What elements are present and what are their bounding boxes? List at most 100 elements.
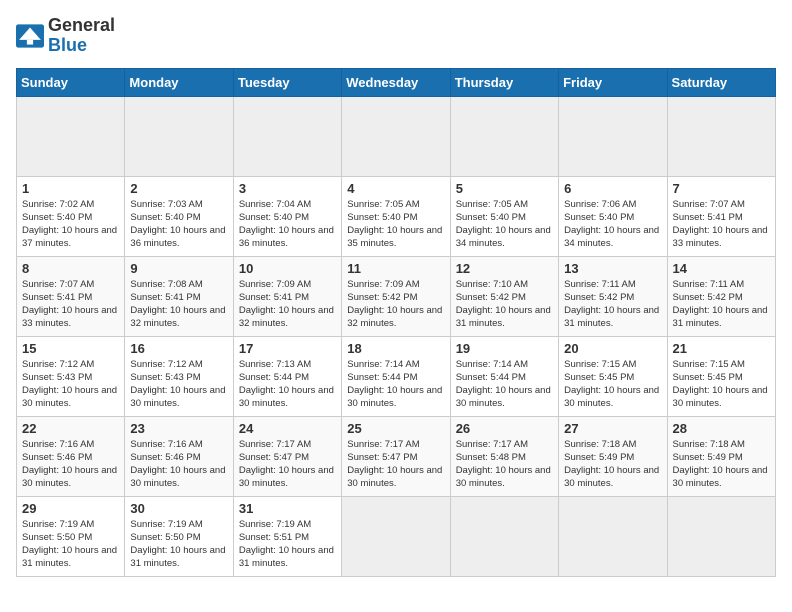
calendar-header-row: SundayMondayTuesdayWednesdayThursdayFrid…	[17, 68, 776, 96]
day-number: 20	[564, 341, 661, 356]
day-info: Sunrise: 7:09 AM Sunset: 5:42 PM Dayligh…	[347, 278, 444, 331]
day-header-friday: Friday	[559, 68, 667, 96]
day-info: Sunrise: 7:18 AM Sunset: 5:49 PM Dayligh…	[564, 438, 661, 491]
day-info: Sunrise: 7:08 AM Sunset: 5:41 PM Dayligh…	[130, 278, 227, 331]
day-number: 31	[239, 501, 336, 516]
day-number: 11	[347, 261, 444, 276]
day-info: Sunrise: 7:14 AM Sunset: 5:44 PM Dayligh…	[347, 358, 444, 411]
calendar-cell	[125, 96, 233, 176]
calendar-cell: 9 Sunrise: 7:08 AM Sunset: 5:41 PM Dayli…	[125, 256, 233, 336]
calendar-cell: 24 Sunrise: 7:17 AM Sunset: 5:47 PM Dayl…	[233, 416, 341, 496]
calendar-cell: 31 Sunrise: 7:19 AM Sunset: 5:51 PM Dayl…	[233, 496, 341, 576]
calendar-cell: 18 Sunrise: 7:14 AM Sunset: 5:44 PM Dayl…	[342, 336, 450, 416]
calendar-week-row: 1 Sunrise: 7:02 AM Sunset: 5:40 PM Dayli…	[17, 176, 776, 256]
day-number: 1	[22, 181, 119, 196]
day-number: 21	[673, 341, 770, 356]
day-number: 5	[456, 181, 553, 196]
day-number: 28	[673, 421, 770, 436]
calendar-cell: 20 Sunrise: 7:15 AM Sunset: 5:45 PM Dayl…	[559, 336, 667, 416]
day-number: 8	[22, 261, 119, 276]
day-number: 12	[456, 261, 553, 276]
day-number: 7	[673, 181, 770, 196]
day-number: 6	[564, 181, 661, 196]
calendar-cell: 23 Sunrise: 7:16 AM Sunset: 5:46 PM Dayl…	[125, 416, 233, 496]
calendar-cell: 11 Sunrise: 7:09 AM Sunset: 5:42 PM Dayl…	[342, 256, 450, 336]
day-info: Sunrise: 7:06 AM Sunset: 5:40 PM Dayligh…	[564, 198, 661, 251]
calendar-table: SundayMondayTuesdayWednesdayThursdayFrid…	[16, 68, 776, 577]
calendar-cell: 29 Sunrise: 7:19 AM Sunset: 5:50 PM Dayl…	[17, 496, 125, 576]
day-number: 26	[456, 421, 553, 436]
calendar-cell	[233, 96, 341, 176]
calendar-cell	[559, 496, 667, 576]
day-number: 14	[673, 261, 770, 276]
day-info: Sunrise: 7:17 AM Sunset: 5:47 PM Dayligh…	[347, 438, 444, 491]
day-info: Sunrise: 7:15 AM Sunset: 5:45 PM Dayligh…	[564, 358, 661, 411]
day-info: Sunrise: 7:07 AM Sunset: 5:41 PM Dayligh…	[22, 278, 119, 331]
day-number: 22	[22, 421, 119, 436]
logo: General Blue	[16, 16, 115, 56]
day-header-wednesday: Wednesday	[342, 68, 450, 96]
calendar-cell	[17, 96, 125, 176]
day-header-monday: Monday	[125, 68, 233, 96]
page-header: General Blue	[16, 16, 776, 56]
day-number: 17	[239, 341, 336, 356]
day-number: 4	[347, 181, 444, 196]
calendar-cell: 5 Sunrise: 7:05 AM Sunset: 5:40 PM Dayli…	[450, 176, 558, 256]
day-number: 2	[130, 181, 227, 196]
calendar-cell: 3 Sunrise: 7:04 AM Sunset: 5:40 PM Dayli…	[233, 176, 341, 256]
day-header-sunday: Sunday	[17, 68, 125, 96]
day-info: Sunrise: 7:18 AM Sunset: 5:49 PM Dayligh…	[673, 438, 770, 491]
day-info: Sunrise: 7:07 AM Sunset: 5:41 PM Dayligh…	[673, 198, 770, 251]
day-info: Sunrise: 7:02 AM Sunset: 5:40 PM Dayligh…	[22, 198, 119, 251]
calendar-cell	[342, 496, 450, 576]
day-info: Sunrise: 7:17 AM Sunset: 5:47 PM Dayligh…	[239, 438, 336, 491]
calendar-cell: 14 Sunrise: 7:11 AM Sunset: 5:42 PM Dayl…	[667, 256, 775, 336]
calendar-cell	[450, 496, 558, 576]
calendar-cell: 16 Sunrise: 7:12 AM Sunset: 5:43 PM Dayl…	[125, 336, 233, 416]
calendar-week-row: 22 Sunrise: 7:16 AM Sunset: 5:46 PM Dayl…	[17, 416, 776, 496]
day-header-tuesday: Tuesday	[233, 68, 341, 96]
calendar-cell	[559, 96, 667, 176]
day-info: Sunrise: 7:09 AM Sunset: 5:41 PM Dayligh…	[239, 278, 336, 331]
day-info: Sunrise: 7:14 AM Sunset: 5:44 PM Dayligh…	[456, 358, 553, 411]
day-header-thursday: Thursday	[450, 68, 558, 96]
day-info: Sunrise: 7:11 AM Sunset: 5:42 PM Dayligh…	[564, 278, 661, 331]
day-number: 29	[22, 501, 119, 516]
day-info: Sunrise: 7:12 AM Sunset: 5:43 PM Dayligh…	[130, 358, 227, 411]
logo-icon	[16, 24, 44, 48]
calendar-cell: 8 Sunrise: 7:07 AM Sunset: 5:41 PM Dayli…	[17, 256, 125, 336]
calendar-cell: 22 Sunrise: 7:16 AM Sunset: 5:46 PM Dayl…	[17, 416, 125, 496]
calendar-cell: 12 Sunrise: 7:10 AM Sunset: 5:42 PM Dayl…	[450, 256, 558, 336]
day-info: Sunrise: 7:05 AM Sunset: 5:40 PM Dayligh…	[347, 198, 444, 251]
day-number: 13	[564, 261, 661, 276]
day-number: 25	[347, 421, 444, 436]
day-info: Sunrise: 7:17 AM Sunset: 5:48 PM Dayligh…	[456, 438, 553, 491]
day-header-saturday: Saturday	[667, 68, 775, 96]
day-number: 23	[130, 421, 227, 436]
day-info: Sunrise: 7:05 AM Sunset: 5:40 PM Dayligh…	[456, 198, 553, 251]
day-number: 24	[239, 421, 336, 436]
day-info: Sunrise: 7:19 AM Sunset: 5:50 PM Dayligh…	[130, 518, 227, 571]
calendar-cell: 7 Sunrise: 7:07 AM Sunset: 5:41 PM Dayli…	[667, 176, 775, 256]
day-info: Sunrise: 7:11 AM Sunset: 5:42 PM Dayligh…	[673, 278, 770, 331]
day-info: Sunrise: 7:16 AM Sunset: 5:46 PM Dayligh…	[22, 438, 119, 491]
day-info: Sunrise: 7:03 AM Sunset: 5:40 PM Dayligh…	[130, 198, 227, 251]
day-number: 18	[347, 341, 444, 356]
calendar-week-row: 8 Sunrise: 7:07 AM Sunset: 5:41 PM Dayli…	[17, 256, 776, 336]
day-info: Sunrise: 7:13 AM Sunset: 5:44 PM Dayligh…	[239, 358, 336, 411]
day-number: 10	[239, 261, 336, 276]
calendar-cell: 27 Sunrise: 7:18 AM Sunset: 5:49 PM Dayl…	[559, 416, 667, 496]
day-info: Sunrise: 7:04 AM Sunset: 5:40 PM Dayligh…	[239, 198, 336, 251]
day-info: Sunrise: 7:15 AM Sunset: 5:45 PM Dayligh…	[673, 358, 770, 411]
calendar-cell: 10 Sunrise: 7:09 AM Sunset: 5:41 PM Dayl…	[233, 256, 341, 336]
calendar-cell: 13 Sunrise: 7:11 AM Sunset: 5:42 PM Dayl…	[559, 256, 667, 336]
day-number: 16	[130, 341, 227, 356]
calendar-cell: 4 Sunrise: 7:05 AM Sunset: 5:40 PM Dayli…	[342, 176, 450, 256]
day-number: 19	[456, 341, 553, 356]
day-info: Sunrise: 7:19 AM Sunset: 5:51 PM Dayligh…	[239, 518, 336, 571]
calendar-cell: 1 Sunrise: 7:02 AM Sunset: 5:40 PM Dayli…	[17, 176, 125, 256]
calendar-cell: 26 Sunrise: 7:17 AM Sunset: 5:48 PM Dayl…	[450, 416, 558, 496]
calendar-cell: 30 Sunrise: 7:19 AM Sunset: 5:50 PM Dayl…	[125, 496, 233, 576]
calendar-cell: 6 Sunrise: 7:06 AM Sunset: 5:40 PM Dayli…	[559, 176, 667, 256]
day-number: 15	[22, 341, 119, 356]
